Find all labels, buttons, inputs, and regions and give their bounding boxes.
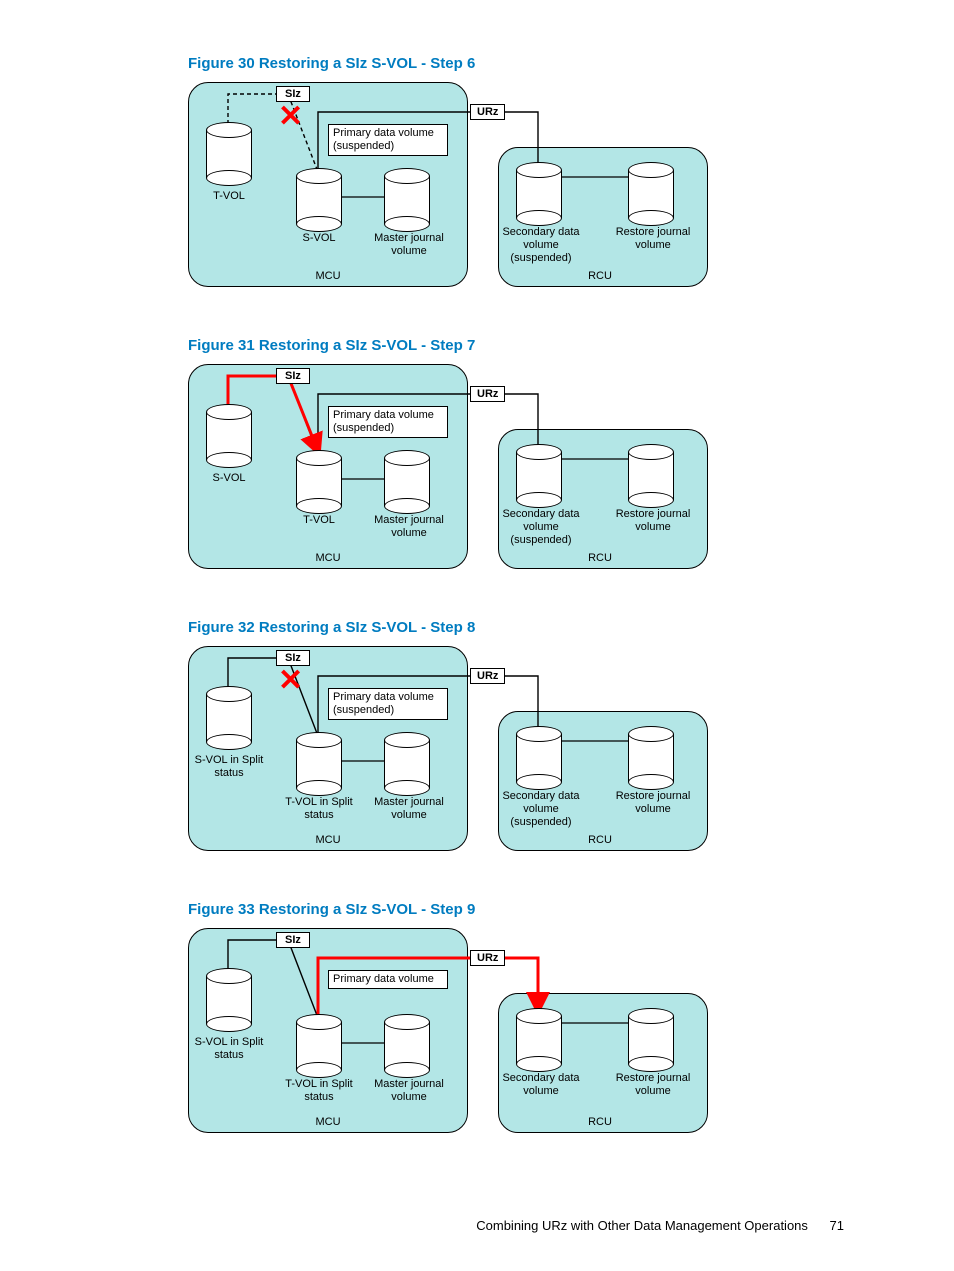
storage-cylinder-icon [296, 168, 342, 224]
diagram: SIz URz Primary data volume S-VOL in Spl… [188, 928, 718, 1143]
primary-data-volume-box: Primary data volume (suspended) [328, 688, 448, 720]
siz-label: SIz [276, 650, 310, 666]
rcu-label: RCU [570, 1116, 630, 1129]
secondary-vol-label: Secondary data volume (suspended) [496, 790, 586, 830]
storage-cylinder-icon [628, 726, 674, 782]
footer-text: Combining URz with Other Data Management… [476, 1218, 808, 1233]
storage-cylinder-icon [516, 444, 562, 500]
restore-journal-label: Restore journal volume [608, 508, 698, 534]
figure-title: Figure 32 Restoring a SIz S-VOL - Step 8 [188, 619, 828, 636]
primary-data-volume-box: Primary data volume (suspended) [328, 406, 448, 438]
storage-cylinder-icon [296, 1014, 342, 1070]
x-mark-icon: ✕ [278, 102, 303, 132]
storage-cylinder-icon [206, 122, 252, 178]
storage-cylinder-icon [384, 450, 430, 506]
urz-label: URz [470, 668, 505, 684]
left-vol-label: S-VOL in Split status [188, 1036, 270, 1062]
secondary-vol-label: Secondary data volume [496, 1072, 586, 1098]
storage-cylinder-icon [206, 686, 252, 742]
figure-block: Figure 33 Restoring a SIz S-VOL - Step 9… [188, 901, 828, 1143]
mid-vol-label: S-VOL [278, 232, 360, 245]
secondary-vol-label: Secondary data volume (suspended) [496, 226, 586, 266]
mid-vol-label: T-VOL in Split status [278, 1078, 360, 1104]
rcu-label: RCU [570, 834, 630, 847]
primary-data-volume-box: Primary data volume (suspended) [328, 124, 448, 156]
restore-journal-label: Restore journal volume [608, 790, 698, 816]
page-number: 71 [830, 1218, 844, 1233]
rcu-label: RCU [570, 270, 630, 283]
mid-vol-label: T-VOL in Split status [278, 796, 360, 822]
siz-label: SIz [276, 86, 310, 102]
diagram: SIz URz Primary data volume (suspended) … [188, 364, 718, 579]
mid-vol-label: T-VOL [278, 514, 360, 527]
x-mark-icon: ✕ [278, 666, 303, 696]
left-vol-label: T-VOL [188, 190, 270, 203]
master-journal-label: Master journal volume [364, 1078, 454, 1104]
diagram: ✕ SIz URz Primary data volume (suspended… [188, 646, 718, 861]
restore-journal-label: Restore journal volume [608, 226, 698, 252]
urz-label: URz [470, 104, 505, 120]
mcu-label: MCU [298, 1116, 358, 1129]
rcu-label: RCU [570, 552, 630, 565]
master-journal-label: Master journal volume [364, 796, 454, 822]
figure-block: Figure 31 Restoring a SIz S-VOL - Step 7… [188, 337, 828, 579]
storage-cylinder-icon [206, 968, 252, 1024]
urz-label: URz [470, 950, 505, 966]
left-vol-label: S-VOL [188, 472, 270, 485]
siz-label: SIz [276, 932, 310, 948]
storage-cylinder-icon [628, 444, 674, 500]
urz-label: URz [470, 386, 505, 402]
figure-title: Figure 31 Restoring a SIz S-VOL - Step 7 [188, 337, 828, 354]
storage-cylinder-icon [516, 726, 562, 782]
figure-block: Figure 32 Restoring a SIz S-VOL - Step 8… [188, 619, 828, 861]
storage-cylinder-icon [628, 162, 674, 218]
siz-label: SIz [276, 368, 310, 384]
storage-cylinder-icon [296, 732, 342, 788]
storage-cylinder-icon [516, 162, 562, 218]
restore-journal-label: Restore journal volume [608, 1072, 698, 1098]
storage-cylinder-icon [384, 1014, 430, 1070]
storage-cylinder-icon [206, 404, 252, 460]
storage-cylinder-icon [384, 168, 430, 224]
mcu-label: MCU [298, 834, 358, 847]
left-vol-label: S-VOL in Split status [188, 754, 270, 780]
primary-data-volume-box: Primary data volume [328, 970, 448, 989]
master-journal-label: Master journal volume [364, 232, 454, 258]
storage-cylinder-icon [384, 732, 430, 788]
storage-cylinder-icon [296, 450, 342, 506]
master-journal-label: Master journal volume [364, 514, 454, 540]
figure-title: Figure 30 Restoring a SIz S-VOL - Step 6 [188, 55, 828, 72]
diagram: ✕ SIz URz Primary data volume (suspended… [188, 82, 718, 297]
figure-block: Figure 30 Restoring a SIz S-VOL - Step 6… [188, 55, 828, 297]
figure-title: Figure 33 Restoring a SIz S-VOL - Step 9 [188, 901, 828, 918]
mcu-label: MCU [298, 270, 358, 283]
mcu-label: MCU [298, 552, 358, 565]
secondary-vol-label: Secondary data volume (suspended) [496, 508, 586, 548]
storage-cylinder-icon [516, 1008, 562, 1064]
storage-cylinder-icon [628, 1008, 674, 1064]
